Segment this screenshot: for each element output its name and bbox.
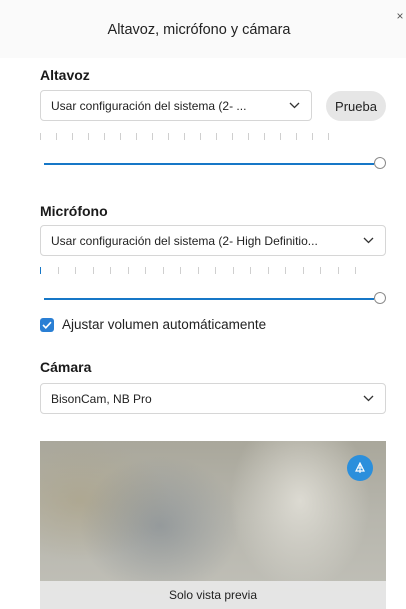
speaker-volume-thumb[interactable] (374, 157, 386, 169)
level-tick (337, 267, 339, 274)
auto-adjust-checkbox[interactable] (40, 317, 54, 332)
level-tick (92, 267, 94, 274)
dialog-header: Altavoz, micrófono y cámara × (0, 0, 406, 58)
level-tick (88, 133, 89, 140)
speaker-label: Altavoz (40, 67, 90, 83)
level-tick (136, 133, 137, 140)
speaker-select-value: Usar configuración del sistema (2- ... (51, 98, 247, 113)
level-tick (250, 267, 251, 274)
level-tick (215, 267, 216, 274)
level-tick (120, 133, 121, 140)
level-tick (267, 267, 269, 274)
speaker-level-meter (40, 133, 330, 141)
preview-caption: Solo vista previa (40, 581, 386, 609)
level-tick (104, 133, 105, 140)
close-icon[interactable]: × (394, 9, 406, 23)
level-tick (72, 133, 73, 140)
level-tick (40, 133, 41, 140)
auto-adjust-label: Ajustar volumen automáticamente (62, 317, 267, 332)
level-tick (197, 267, 199, 274)
level-tick (57, 267, 59, 274)
level-tick (145, 267, 146, 274)
camera-select[interactable]: BisonCam, NB Pro (40, 383, 386, 414)
microphone-volume-track (44, 298, 374, 300)
chevron-down-icon (361, 234, 375, 248)
camera-label: Cámara (40, 359, 92, 375)
auto-adjust-row[interactable]: Ajustar volumen automáticamente (40, 317, 266, 332)
level-tick (216, 133, 217, 140)
background-effects-icon[interactable] (347, 455, 373, 481)
level-tick (127, 267, 129, 274)
level-tick (152, 133, 153, 140)
level-tick (40, 267, 41, 274)
level-tick (285, 267, 286, 274)
microphone-volume-thumb[interactable] (374, 292, 386, 304)
level-tick (232, 267, 234, 274)
level-tick (56, 133, 57, 140)
microphone-label: Micrófono (40, 203, 108, 219)
speaker-select[interactable]: Usar configuración del sistema (2- ... (40, 90, 312, 121)
level-tick (75, 267, 76, 274)
chevron-down-icon (361, 392, 375, 406)
level-tick (248, 133, 249, 140)
level-tick (280, 133, 281, 140)
level-tick (302, 267, 304, 274)
level-tick (162, 267, 164, 274)
microphone-volume-slider[interactable] (44, 292, 386, 306)
camera-select-value: BisonCam, NB Pro (51, 391, 152, 406)
level-tick (320, 267, 321, 274)
microphone-level-meter (40, 267, 386, 275)
level-tick (296, 133, 297, 140)
level-tick (180, 267, 181, 274)
dialog-title: Altavoz, micrófono y cámara (107, 22, 291, 38)
level-tick (312, 133, 313, 140)
level-tick (264, 133, 265, 140)
level-tick (110, 267, 111, 274)
microphone-select[interactable]: Usar configuración del sistema (2- High … (40, 225, 386, 256)
chevron-down-icon (287, 99, 301, 113)
level-tick (355, 267, 356, 274)
camera-preview: Solo vista previa (40, 441, 386, 609)
speaker-volume-track (44, 163, 374, 165)
microphone-select-value: Usar configuración del sistema (2- High … (51, 233, 318, 248)
checkmark-icon (42, 321, 52, 329)
test-speaker-button[interactable]: Prueba (326, 91, 386, 121)
speaker-volume-slider[interactable] (44, 157, 386, 171)
level-tick (328, 133, 329, 140)
level-tick (232, 133, 233, 140)
level-tick (168, 133, 169, 140)
level-tick (184, 133, 185, 140)
level-tick (200, 133, 201, 140)
